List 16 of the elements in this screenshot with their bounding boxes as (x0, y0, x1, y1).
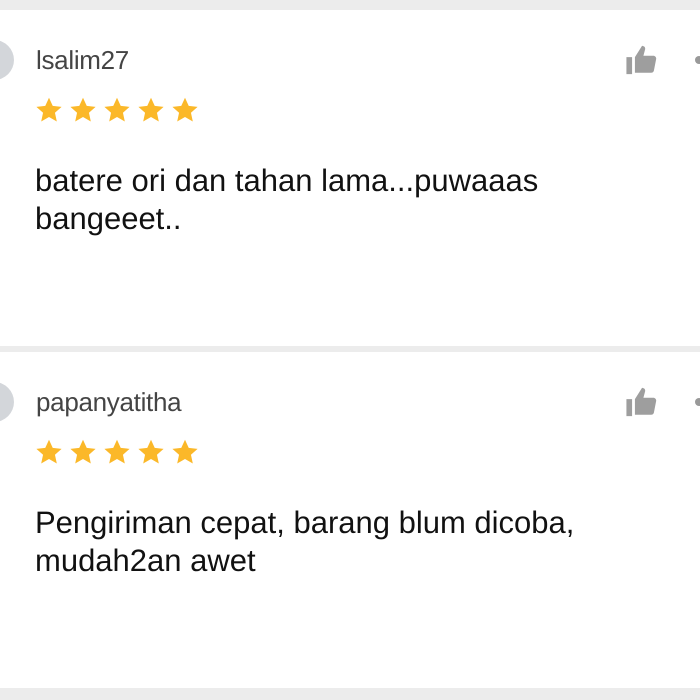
star-icon (35, 96, 63, 124)
star-icon (137, 96, 165, 124)
username: papanyatitha (36, 386, 183, 418)
thumbs-up-icon[interactable] (625, 44, 659, 76)
star-icon (69, 96, 97, 124)
review-text: batere ori dan tahan lama...puwaaas bangeeet.. (35, 162, 540, 238)
star-icon (103, 438, 131, 466)
star-icon (171, 96, 199, 124)
star-icon (35, 438, 63, 466)
star-icon (103, 96, 131, 124)
thumbs-up-icon[interactable] (625, 386, 659, 418)
review-text: Pengiriman cepat, barang blum dicoba, mudah2an awet (35, 504, 576, 580)
star-icon (137, 438, 165, 466)
star-icon (69, 438, 97, 466)
star-icon (171, 438, 199, 466)
username: lsalim27 (36, 44, 130, 76)
